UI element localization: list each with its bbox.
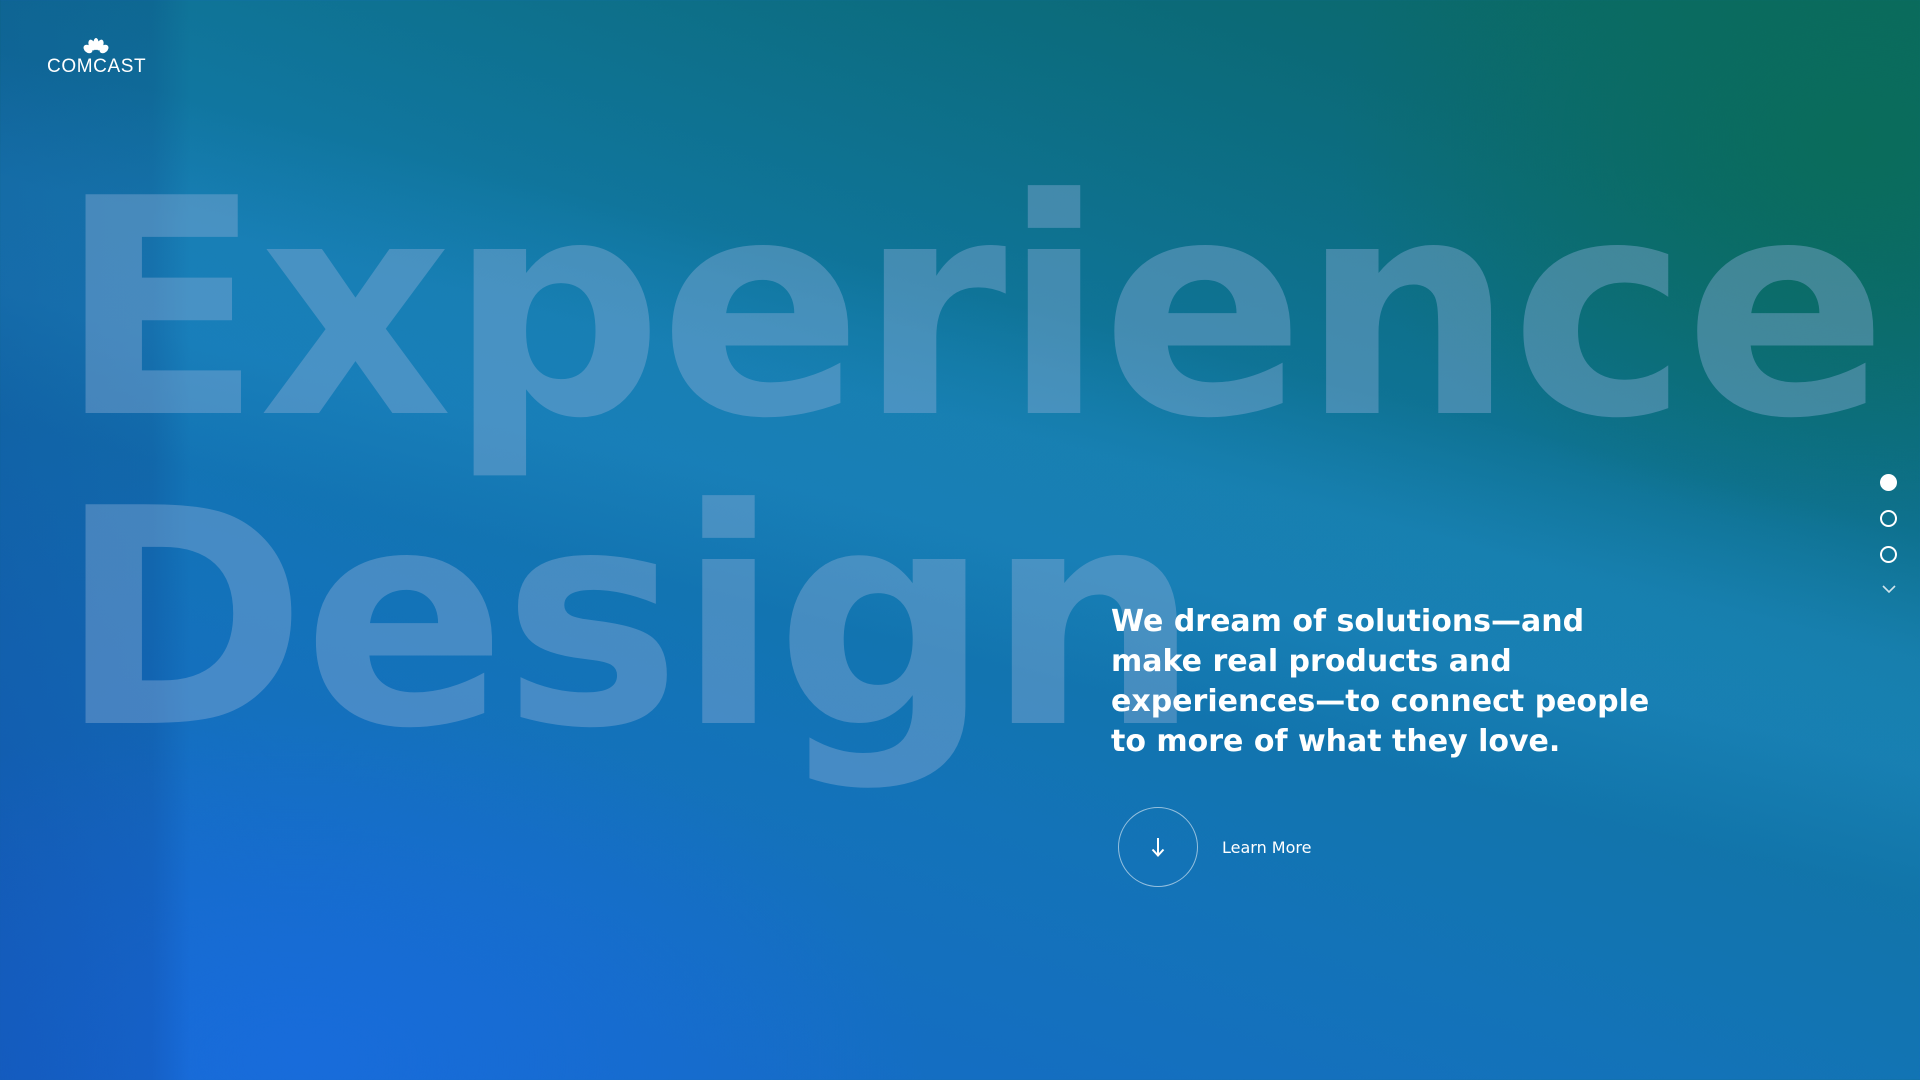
hero-tagline: We dream of solutions—and make real prod… bbox=[1111, 604, 1650, 759]
pager-dot-1[interactable] bbox=[1880, 474, 1897, 491]
learn-more-button[interactable]: Learn More bbox=[1118, 806, 1311, 888]
section-pager bbox=[1878, 474, 1902, 596]
comcast-logo[interactable]: COMCAST bbox=[47, 38, 147, 78]
arrow-down-icon bbox=[1151, 838, 1165, 857]
learn-more-circle[interactable] bbox=[1118, 807, 1198, 887]
hero-title-line-1: Experience bbox=[58, 135, 1888, 484]
hero-title-line-2: Design bbox=[58, 445, 1200, 794]
learn-more-label: Learn More bbox=[1222, 837, 1312, 857]
logo-wordmark: COMCAST bbox=[47, 56, 147, 77]
pager-dot-2[interactable] bbox=[1880, 510, 1897, 527]
pager-dot-3[interactable] bbox=[1880, 546, 1897, 563]
chevron-down-icon[interactable] bbox=[1879, 582, 1899, 596]
peacock-icon bbox=[83, 38, 109, 54]
